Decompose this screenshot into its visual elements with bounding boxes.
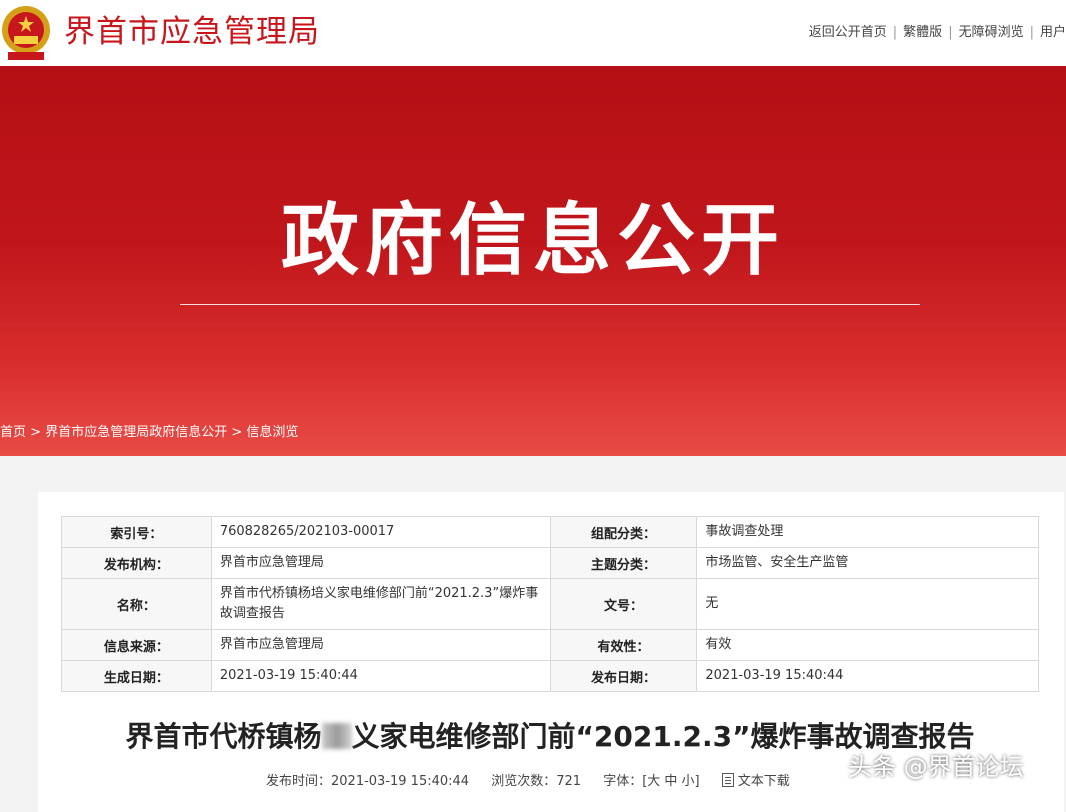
watermark: 头条 @界首论坛 <box>848 753 1024 781</box>
traditional-chinese-link[interactable]: 繁體版 <box>903 25 942 40</box>
breadcrumb-current[interactable]: 信息浏览 <box>246 425 298 440</box>
article-title-part2: 义家电维修部门前“2021.2.3”爆炸事故调查报告 <box>351 720 975 753</box>
table-row: 索引号： 760828265/202103-00017 组配分类： 事故调查处理 <box>61 516 1039 548</box>
banner: 政府信息公开 首页 > 界首市应急管理局政府信息公开 > 信息浏览 <box>0 66 1066 456</box>
publish-time: 发布时间：2021-03-19 15:40:44 <box>266 774 470 789</box>
created-value: 2021-03-19 15:40:44 <box>210 660 551 692</box>
breadcrumb-home[interactable]: 首页 <box>0 425 26 440</box>
created-label: 生成日期： <box>61 660 212 692</box>
category-value: 事故调查处理 <box>696 516 1039 548</box>
docno-label: 文号： <box>549 578 698 630</box>
accessibility-link[interactable]: 无障碍浏览 <box>959 25 1024 40</box>
publisher-value: 界首市应急管理局 <box>210 547 551 579</box>
divider: | <box>892 25 898 40</box>
breadcrumb: 首页 > 界首市应急管理局政府信息公开 > 信息浏览 <box>0 424 298 442</box>
docno-value: 无 <box>696 578 1039 630</box>
published-value: 2021-03-19 15:40:44 <box>696 660 1039 692</box>
return-home-link[interactable]: 返回公开首页 <box>809 25 887 40</box>
top-links: 返回公开首页 | 繁體版 | 无障碍浏览 | 用户 <box>809 24 1066 42</box>
table-row: 名称： 界首市代桥镇杨培义家电维修部门前“2021.2.3”爆炸事故调查报告 文… <box>61 578 1039 630</box>
banner-divider <box>180 304 920 305</box>
name-value: 界首市代桥镇杨培义家电维修部门前“2021.2.3”爆炸事故调查报告 <box>210 578 551 630</box>
download-label: 文本下载 <box>737 774 790 789</box>
validity-label: 有效性： <box>549 629 698 661</box>
validity-value: 有效 <box>696 629 1039 661</box>
blurred-character <box>321 723 352 749</box>
publisher-label: 发布机构： <box>61 547 212 579</box>
divider: | <box>1029 25 1034 40</box>
banner-title: 政府信息公开 <box>280 196 785 286</box>
topic-label: 主题分类： <box>549 547 698 579</box>
document-icon <box>721 773 734 787</box>
published-label: 发布日期： <box>549 660 698 692</box>
table-row: 信息来源： 界首市应急管理局 有效性： 有效 <box>61 629 1039 661</box>
metadata-table: 索引号： 760828265/202103-00017 组配分类： 事故调查处理… <box>61 516 1039 692</box>
user-link[interactable]: 用户 <box>1040 25 1066 40</box>
name-label: 名称： <box>61 578 212 630</box>
index-label: 索引号： <box>61 516 212 548</box>
site-title[interactable]: 界首市应急管理局 <box>64 12 320 52</box>
download-link[interactable]: 文本下载 <box>721 773 808 789</box>
topic-value: 市场监管、安全生产监管 <box>696 547 1039 579</box>
article-info-bar: 发布时间：2021-03-19 15:40:44 浏览次数：721 字体：[大 … <box>266 773 808 791</box>
divider: | <box>948 25 953 40</box>
breadcrumb-disclosure[interactable]: 界首市应急管理局政府信息公开 <box>45 425 227 440</box>
top-header: 界首市应急管理局 返回公开首页 | 繁體版 | 无障碍浏览 | 用户 <box>0 0 1066 66</box>
index-value: 760828265/202103-00017 <box>210 516 551 548</box>
font-size-switcher[interactable]: 字体：[大 中 小] <box>603 774 699 789</box>
breadcrumb-sep: > <box>231 425 243 440</box>
view-count: 浏览次数：721 <box>491 774 582 789</box>
national-emblem-icon <box>2 6 50 60</box>
category-label: 组配分类： <box>549 516 698 548</box>
table-row: 发布机构： 界首市应急管理局 主题分类： 市场监管、安全生产监管 <box>61 547 1039 579</box>
article-title-part1: 界首市代桥镇杨 <box>125 720 322 753</box>
breadcrumb-sep: > <box>30 425 42 440</box>
table-row: 生成日期： 2021-03-19 15:40:44 发布日期： 2021-03-… <box>61 660 1039 692</box>
source-label: 信息来源： <box>61 629 212 661</box>
source-value: 界首市应急管理局 <box>210 629 551 661</box>
